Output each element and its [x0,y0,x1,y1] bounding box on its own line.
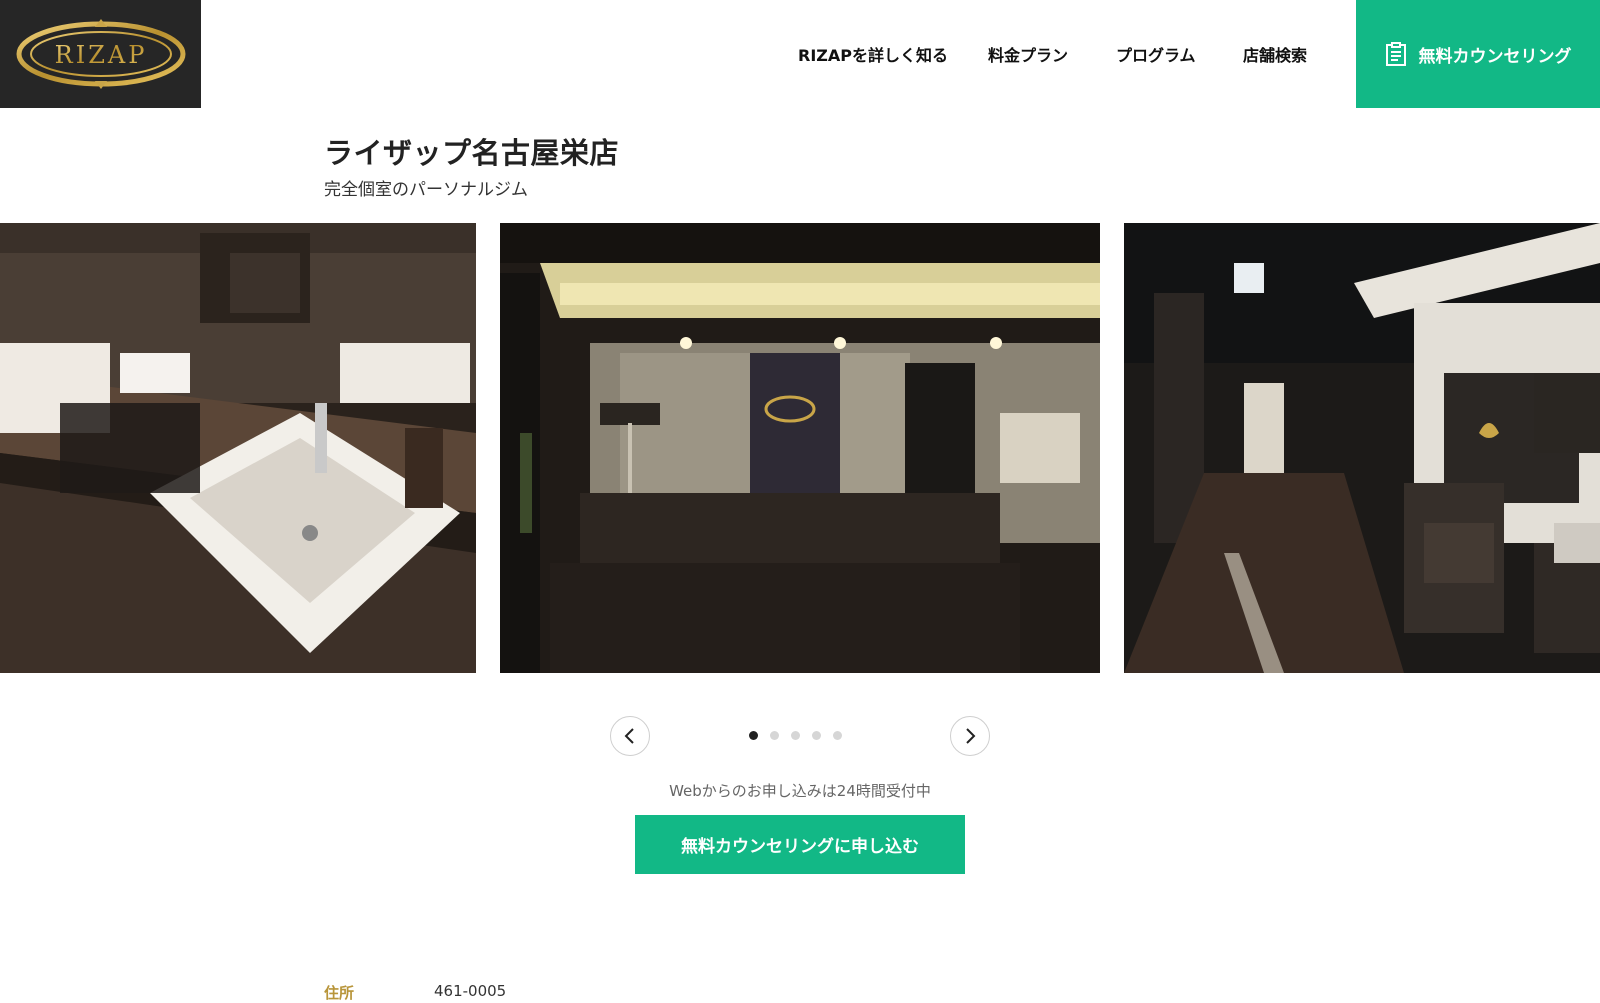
carousel-dot-3[interactable] [791,731,800,740]
reception-photo [500,223,1100,673]
site-header: RIZAP RIZAPを詳しく知る 料金プラン プログラム 店舗検索 無料カウン… [0,0,1600,108]
carousel-dot-4[interactable] [812,731,821,740]
store-name: ライザップ名古屋栄店 [324,136,620,170]
rizap-logo[interactable]: RIZAP [0,0,201,108]
nav-program[interactable]: プログラム [1116,42,1196,66]
chevron-left-icon [624,728,634,744]
clipboard-icon [1385,42,1406,66]
carousel-slide-lounge[interactable] [1124,223,1600,673]
carousel-dot-2[interactable] [770,731,779,740]
apply-counseling-button[interactable]: 無料カウンセリングに申し込む [635,815,965,874]
lounge-photo [1124,223,1600,673]
carousel-slide-washroom[interactable] [0,223,476,673]
store-subtitle: 完全個室のパーソナルジム [324,180,528,200]
rizap-logo-mark: RIZAP [16,19,185,89]
chevron-right-icon [966,728,976,744]
carousel-next-button[interactable] [950,716,990,756]
nav-store-search[interactable]: 店舗検索 [1243,42,1307,66]
carousel-dot-1[interactable] [749,731,758,740]
carousel-pagination [749,731,842,740]
washroom-photo [0,223,476,673]
nav-about[interactable]: RIZAPを詳しく知る [798,42,948,66]
header-counseling-label: 無料カウンセリング [1418,46,1572,67]
carousel-prev-button[interactable] [610,716,650,756]
carousel-slide-reception[interactable] [500,223,1100,673]
carousel-dot-5[interactable] [833,731,842,740]
web-application-note: Webからのお申し込みは24時間受付中 [669,782,931,800]
nav-pricing[interactable]: 料金プラン [988,42,1068,66]
address-value: 461-0005 [434,982,507,1000]
header-counseling-button[interactable]: 無料カウンセリング [1356,0,1600,108]
logo-text: RIZAP [54,41,147,69]
